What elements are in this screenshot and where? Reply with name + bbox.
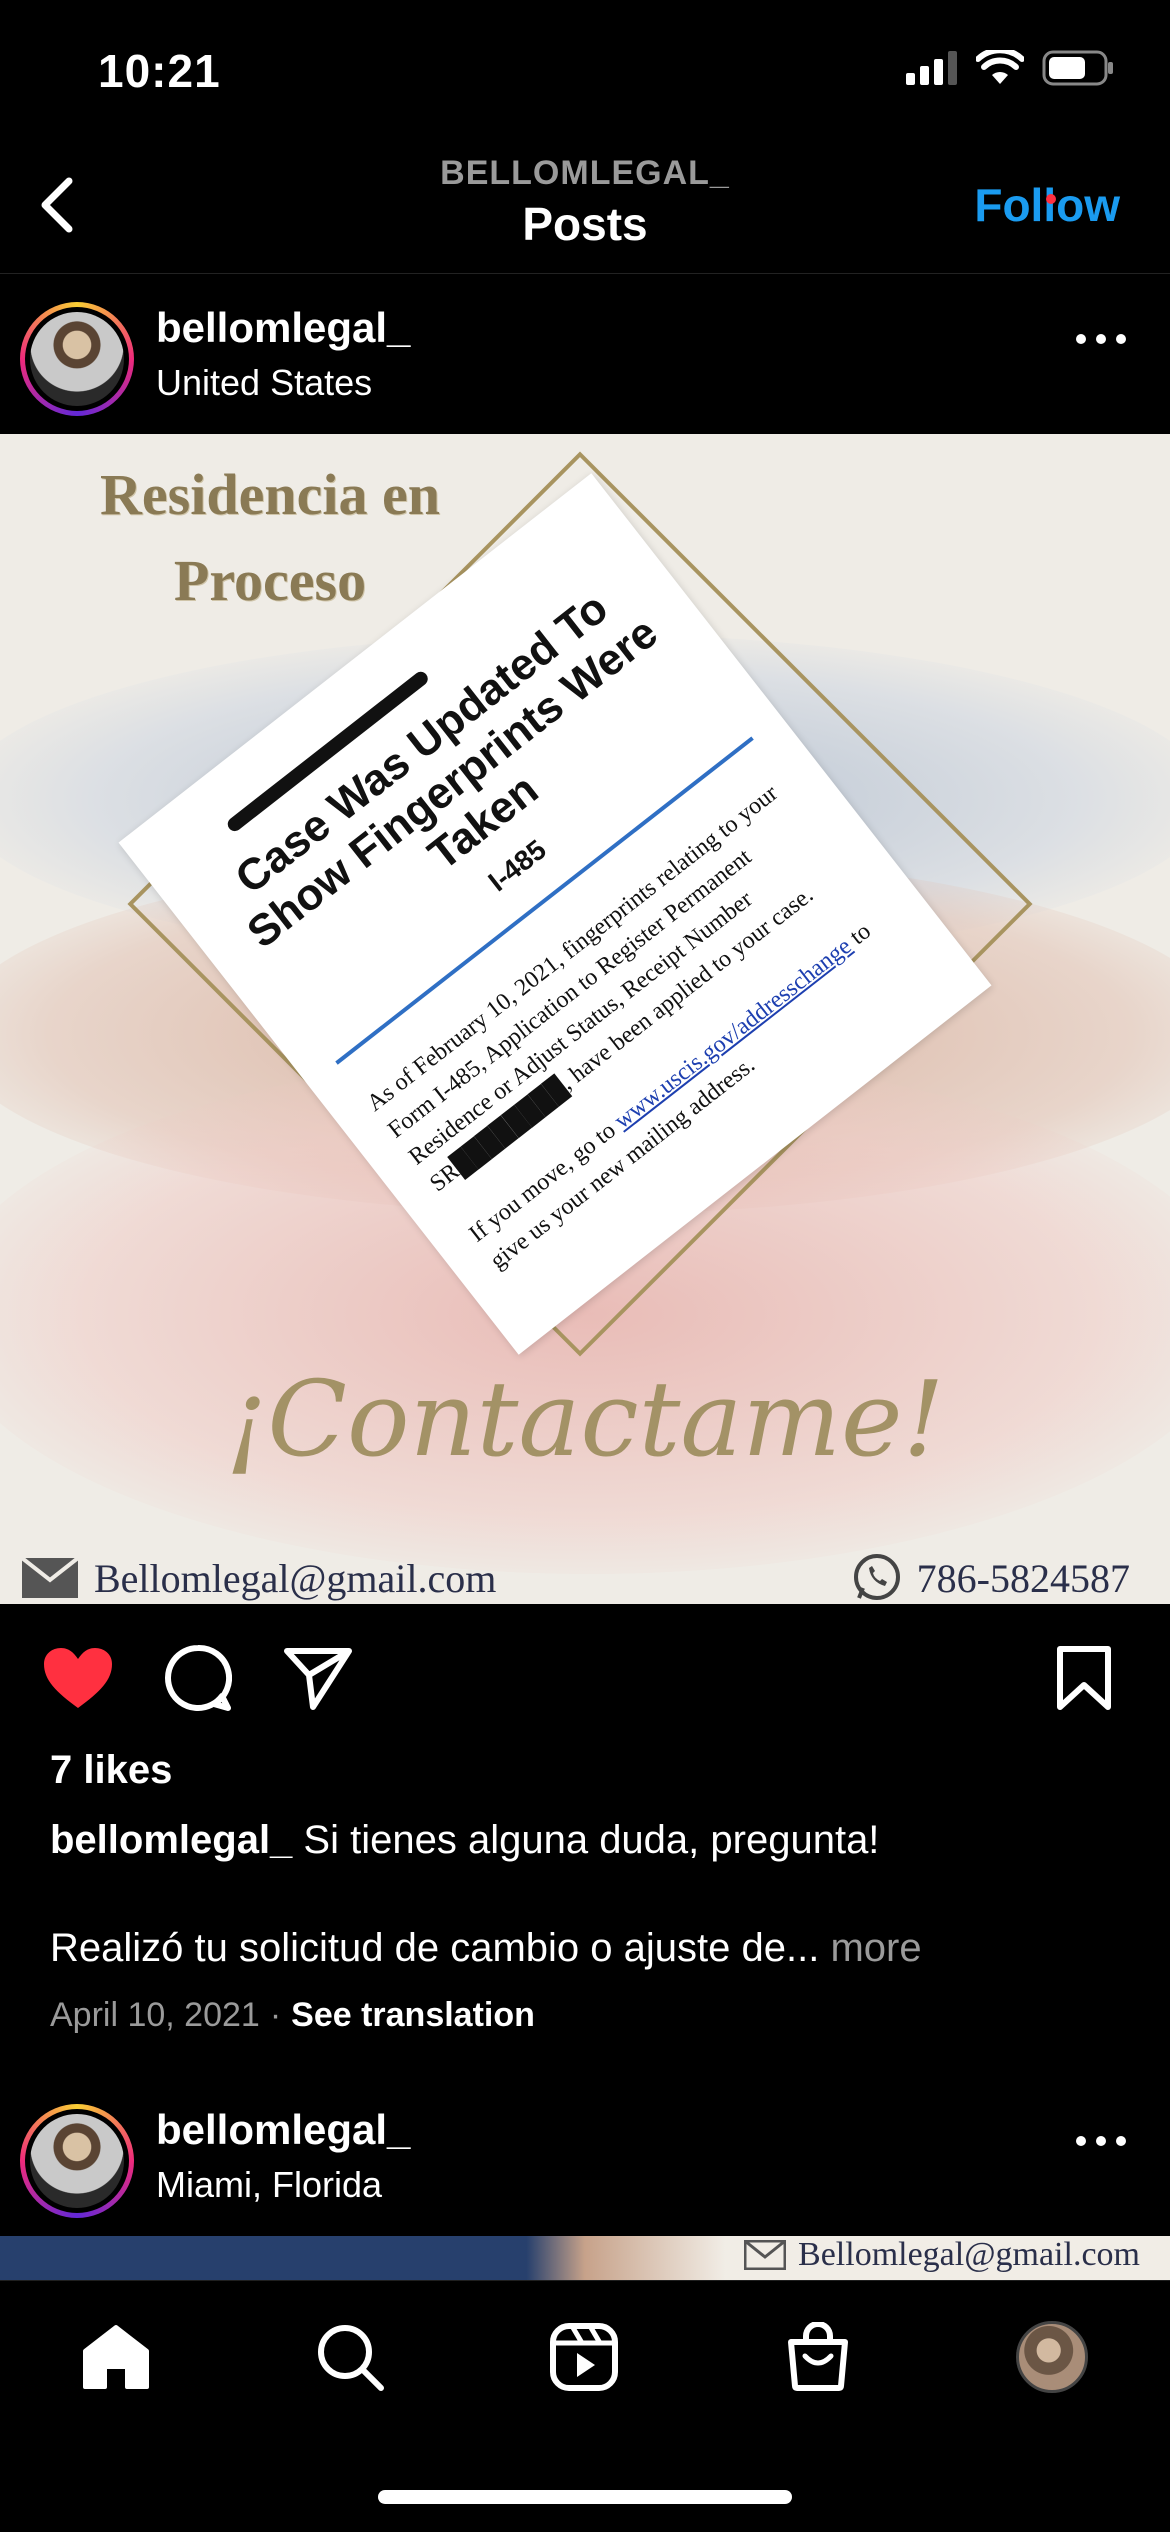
bookmark-icon bbox=[1057, 1646, 1111, 1710]
caption-text: Si tienes alguna duda, pregunta! bbox=[292, 1818, 880, 1862]
caption-username[interactable]: bellomlegal_ bbox=[50, 1818, 292, 1862]
avatar[interactable] bbox=[20, 302, 134, 416]
tab-reels[interactable] bbox=[544, 2317, 624, 2397]
caption-line: Realizó tu solicitud de cambio o ajuste … bbox=[50, 1926, 820, 1970]
post2-image[interactable]: Bellomlegal@gmail.com bbox=[0, 2236, 1170, 2280]
status-time: 10:21 bbox=[98, 45, 221, 97]
post-header-2: bellomlegal_ Miami, Florida bbox=[0, 2076, 1170, 2236]
comment-button[interactable] bbox=[160, 1640, 236, 1716]
tab-shop[interactable] bbox=[778, 2317, 858, 2397]
post2-username[interactable]: bellomlegal_ bbox=[156, 2106, 410, 2154]
mail-icon bbox=[744, 2240, 787, 2270]
tab-profile[interactable] bbox=[1012, 2317, 1092, 2397]
wifi-icon bbox=[976, 50, 1024, 84]
more-options-button-2[interactable] bbox=[1076, 2136, 1126, 2146]
home-indicator bbox=[378, 2490, 792, 2504]
mail-icon bbox=[20, 1556, 80, 1598]
follow-button[interactable]: Follow bbox=[974, 178, 1120, 232]
search-icon bbox=[318, 2325, 384, 2391]
battery-icon bbox=[1042, 50, 1113, 86]
home-icon bbox=[83, 2325, 149, 2389]
comment-icon bbox=[165, 1644, 232, 1711]
cellular-signal-icon bbox=[906, 51, 957, 85]
contact-row: Bellomlegal@gmail.com 786-5824587 bbox=[20, 1552, 1130, 1604]
notification-dot bbox=[1046, 194, 1056, 204]
contact-title: ¡Contactame! bbox=[225, 1358, 945, 1480]
caption-more-link[interactable]: more bbox=[819, 1926, 921, 1970]
whatsapp-icon bbox=[853, 1554, 900, 1600]
contact-phone: 786-5824587 bbox=[916, 1555, 1130, 1601]
post-location[interactable]: United States bbox=[156, 362, 372, 404]
see-translation-link[interactable]: See translation bbox=[291, 1996, 535, 2034]
post-header: bellomlegal_ United States bbox=[0, 274, 1170, 434]
profile-avatar-icon bbox=[1016, 2321, 1088, 2393]
avatar-2[interactable] bbox=[20, 2104, 134, 2218]
send-icon bbox=[284, 1648, 352, 1710]
heart-filled-icon bbox=[44, 1648, 112, 1708]
status-icons bbox=[906, 50, 1114, 86]
page-header: BELLOMLEGAL_ Posts Follow bbox=[0, 140, 1170, 274]
tab-search[interactable] bbox=[310, 2317, 390, 2397]
status-bar: 10:21 bbox=[0, 0, 1170, 140]
shopping-bag-icon bbox=[788, 2322, 848, 2391]
save-button[interactable] bbox=[1046, 1640, 1122, 1716]
post-meta: April 10, 2021 · See translation bbox=[50, 1996, 535, 2034]
tab-home[interactable] bbox=[76, 2317, 156, 2397]
more-dots-icon bbox=[1076, 2136, 1086, 2146]
contact-email: Bellomlegal@gmail.com bbox=[94, 1555, 497, 1601]
post2-email-row: Bellomlegal@gmail.com bbox=[744, 2236, 1140, 2274]
post2-location[interactable]: Miami, Florida bbox=[156, 2164, 382, 2206]
post-date: April 10, 2021 bbox=[50, 1996, 260, 2034]
image-title: Residencia en Proceso bbox=[100, 462, 440, 613]
post2-email: Bellomlegal@gmail.com bbox=[798, 2236, 1140, 2273]
caption-continued: Realizó tu solicitud de cambio o ajuste … bbox=[50, 1926, 1140, 1971]
post-actions bbox=[0, 1640, 1170, 1716]
like-button[interactable] bbox=[40, 1640, 116, 1716]
post-username[interactable]: bellomlegal_ bbox=[156, 304, 410, 352]
post-image[interactable]: Residencia en Proceso Case Was Updated T… bbox=[0, 434, 1170, 1604]
more-options-button[interactable] bbox=[1076, 334, 1126, 344]
reels-icon bbox=[550, 2323, 618, 2391]
share-button[interactable] bbox=[280, 1640, 356, 1716]
caption: bellomlegal_ Si tienes alguna duda, preg… bbox=[50, 1818, 1130, 1863]
more-dots-icon bbox=[1076, 334, 1086, 344]
likes-count[interactable]: 7 likes bbox=[50, 1748, 172, 1793]
